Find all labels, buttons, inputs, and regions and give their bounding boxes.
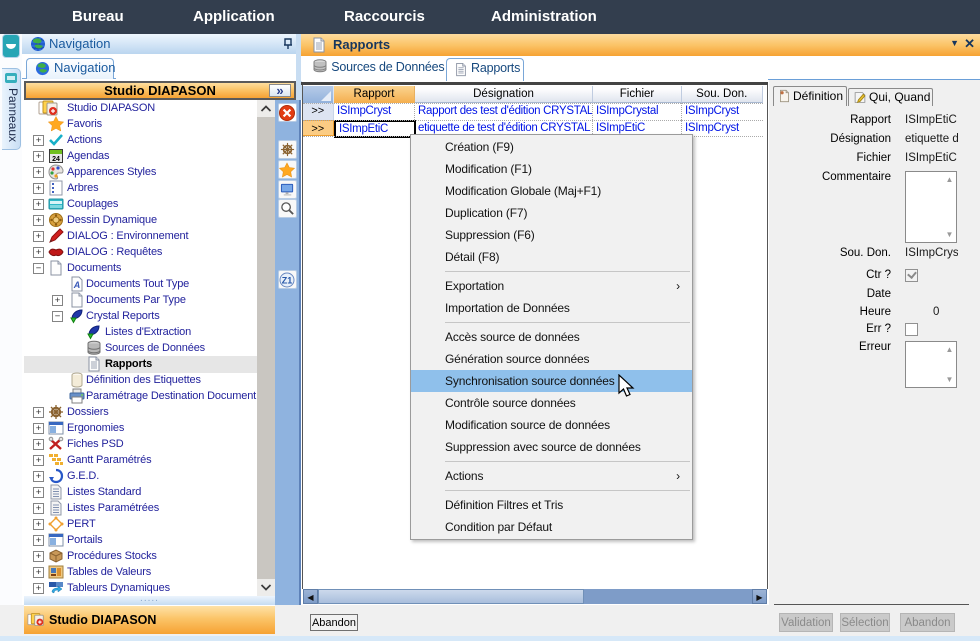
svg-text:A: A — [73, 280, 81, 290]
svg-text:Z1: Z1 — [282, 276, 293, 286]
svg-text:24: 24 — [52, 156, 60, 163]
